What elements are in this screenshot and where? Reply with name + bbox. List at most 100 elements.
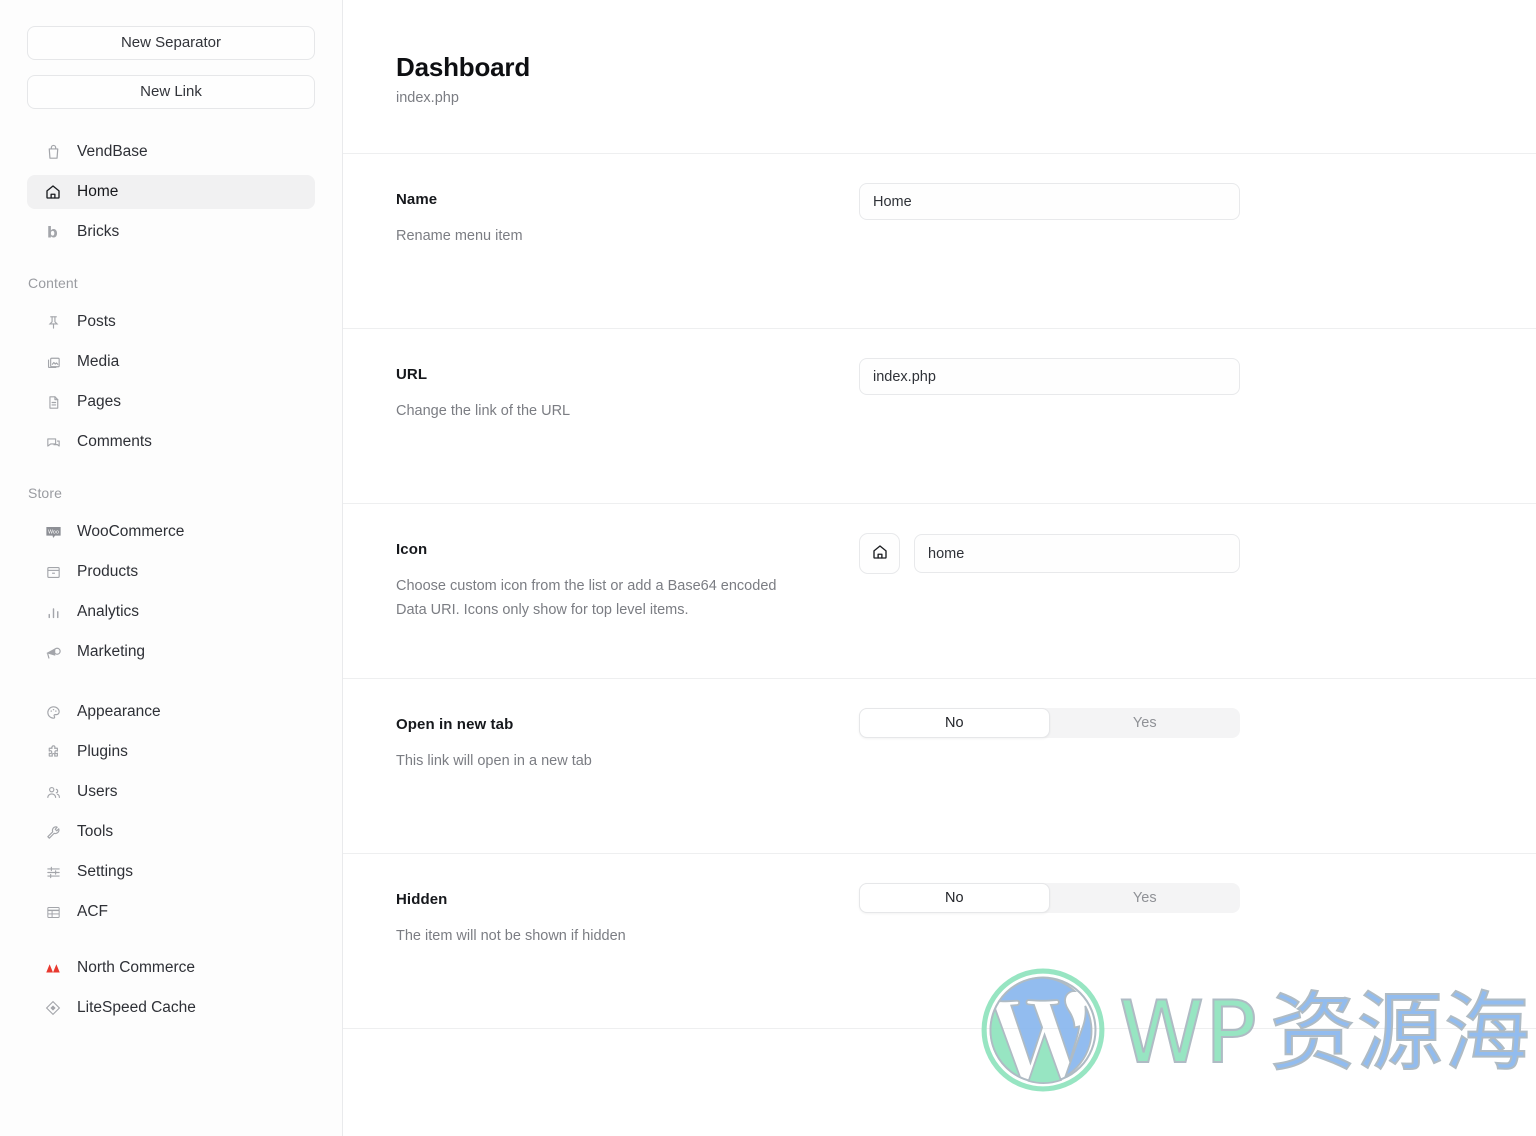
palette-icon (43, 702, 63, 722)
sidebar-item-label: ACF (77, 903, 108, 920)
sidebar-heading-store: Store (28, 485, 62, 501)
field-row-hidden: Hidden The item will not be shown if hid… (343, 853, 1536, 1028)
field-control-icon (859, 504, 1536, 678)
field-row-name: Name Rename menu item (343, 153, 1536, 328)
sidebar-item-label: Analytics (77, 603, 140, 620)
icon-field-group (859, 533, 1536, 574)
app-root: New Separator New Link VendBase Home b B… (0, 0, 1536, 1136)
main-content: Dashboard index.php Name Rename menu ite… (343, 0, 1536, 1136)
name-input[interactable] (859, 183, 1240, 220)
hidden-toggle[interactable]: No Yes (859, 883, 1240, 913)
home-icon (43, 182, 63, 202)
field-info-url: URL Change the link of the URL (396, 329, 859, 503)
sidebar-item-label: Media (77, 353, 120, 370)
icon-picker-button[interactable] (859, 533, 900, 574)
icon-name-input[interactable] (914, 534, 1240, 573)
field-row-url: URL Change the link of the URL (343, 328, 1536, 503)
sidebar-item-appearance[interactable]: Appearance (27, 695, 315, 729)
svg-text:Woo: Woo (47, 529, 58, 535)
new-link-button[interactable]: New Link (27, 75, 315, 109)
field-control-name (859, 154, 1536, 328)
sidebar-item-pages[interactable]: Pages (27, 385, 315, 419)
wrench-icon (43, 822, 63, 842)
sidebar-item-woocommerce[interactable]: Woo WooCommerce (27, 515, 315, 549)
sidebar-group-store: Store Woo WooCommerce Products Analytics… (27, 485, 315, 669)
open-in-new-tab-option-no[interactable]: No (859, 708, 1050, 738)
sidebar-item-label: Tools (77, 823, 114, 840)
hidden-option-yes[interactable]: Yes (1050, 883, 1241, 913)
field-description-url: Change the link of the URL (396, 403, 571, 419)
sidebar-item-products[interactable]: Products (27, 555, 315, 589)
field-label-url: URL (396, 366, 428, 383)
field-row-open-in-new-tab: Open in new tab This link will open in a… (343, 678, 1536, 853)
sidebar-item-label: Home (77, 183, 119, 200)
sidebar-item-label: Comments (77, 433, 152, 450)
sidebar-item-litespeed-cache[interactable]: LiteSpeed Cache (27, 991, 315, 1025)
home-icon (871, 543, 889, 564)
field-control-url (859, 329, 1536, 503)
archive-box-icon (43, 562, 63, 582)
sidebar-item-label: Plugins (77, 743, 128, 760)
sidebar-item-marketing[interactable]: Marketing (27, 635, 315, 669)
sidebar-item-label: Posts (77, 313, 116, 330)
field-row-trailing-divider (343, 1028, 1536, 1038)
sidebar: New Separator New Link VendBase Home b B… (0, 0, 343, 1136)
sliders-icon (43, 862, 63, 882)
field-info-hidden: Hidden The item will not be shown if hid… (396, 854, 859, 1028)
sidebar-item-settings[interactable]: Settings (27, 855, 315, 889)
sidebar-item-analytics[interactable]: Analytics (27, 595, 315, 629)
field-label-hidden: Hidden (396, 891, 448, 908)
sidebar-item-label: Bricks (77, 223, 120, 240)
field-row-icon: Icon Choose custom icon from the list or… (343, 503, 1536, 678)
pin-icon (43, 312, 63, 332)
sidebar-group-content: Content Posts Media Pages Comments (27, 275, 315, 459)
users-icon (43, 782, 63, 802)
sidebar-item-north-commerce[interactable]: North Commerce (27, 951, 315, 985)
north-commerce-mountains-icon (43, 958, 63, 978)
url-input[interactable] (859, 358, 1240, 395)
field-description-icon: Choose custom icon from the list or add … (396, 578, 777, 619)
field-label-name: Name (396, 191, 438, 208)
litespeed-diamond-icon (43, 998, 63, 1018)
field-info-open-in-new-tab: Open in new tab This link will open in a… (396, 679, 859, 853)
sidebar-item-media[interactable]: Media (27, 345, 315, 379)
sidebar-item-home[interactable]: Home (27, 175, 315, 209)
sidebar-item-acf[interactable]: ACF (27, 895, 315, 929)
sidebar-item-bricks[interactable]: b Bricks (27, 215, 315, 249)
page-header: Dashboard index.php (343, 0, 1536, 106)
hidden-option-no[interactable]: No (859, 883, 1050, 913)
svg-text:b: b (47, 223, 58, 241)
sidebar-item-label: LiteSpeed Cache (77, 999, 196, 1016)
sidebar-item-label: VendBase (77, 143, 148, 160)
sidebar-item-label: Appearance (77, 703, 161, 720)
sidebar-group-admin: Appearance Plugins Users Tools Settings … (27, 695, 315, 929)
sidebar-item-label: Products (77, 563, 139, 580)
sidebar-item-label: WooCommerce (77, 523, 185, 540)
open-in-new-tab-option-yes[interactable]: Yes (1050, 708, 1241, 738)
bar-chart-icon (43, 602, 63, 622)
acf-grid-icon (43, 902, 63, 922)
field-description-open-in-new-tab: This link will open in a new tab (396, 753, 592, 769)
field-control-open-in-new-tab: No Yes (859, 679, 1536, 853)
field-description-name: Rename menu item (396, 228, 523, 244)
document-icon (43, 392, 63, 412)
media-image-icon (43, 352, 63, 372)
page-title: Dashboard (396, 52, 531, 82)
sidebar-item-label: North Commerce (77, 959, 195, 976)
open-in-new-tab-toggle[interactable]: No Yes (859, 708, 1240, 738)
sidebar-item-vendbase[interactable]: VendBase (27, 135, 315, 169)
sidebar-item-plugins[interactable]: Plugins (27, 735, 315, 769)
sidebar-item-posts[interactable]: Posts (27, 305, 315, 339)
woo-badge-icon: Woo (43, 522, 63, 542)
field-control-hidden: No Yes (859, 854, 1536, 1028)
new-separator-button[interactable]: New Separator (27, 26, 315, 60)
field-label-icon: Icon (396, 541, 428, 558)
shopping-bag-icon (43, 142, 63, 162)
sidebar-item-tools[interactable]: Tools (27, 815, 315, 849)
settings-rows: Name Rename menu item URL Change the lin… (343, 153, 1536, 1038)
sidebar-item-users[interactable]: Users (27, 775, 315, 809)
field-info-icon: Icon Choose custom icon from the list or… (396, 504, 859, 678)
sidebar-item-comments[interactable]: Comments (27, 425, 315, 459)
field-info-name: Name Rename menu item (396, 154, 859, 328)
sidebar-item-label: Marketing (77, 643, 146, 660)
